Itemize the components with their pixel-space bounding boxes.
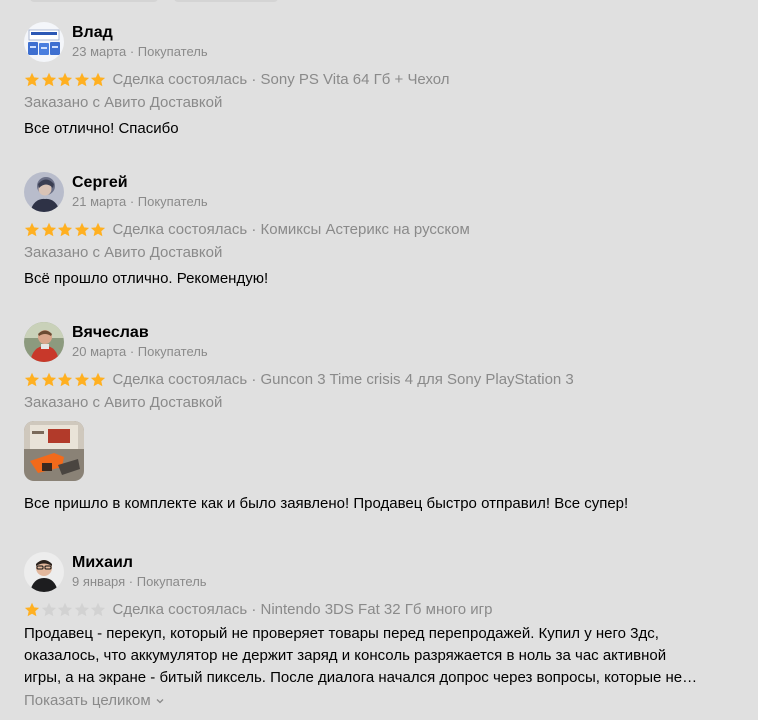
review-card: Михаил 9 января · Покупатель Сделка сост… — [24, 552, 734, 711]
star-filled-icon — [57, 72, 73, 87]
review-meta: 23 марта · Покупатель — [72, 44, 208, 59]
star-filled-icon — [90, 222, 106, 237]
delivery-note: Заказано с Авито Доставкой — [24, 394, 223, 411]
delivery-note: Заказано с Авито Доставкой — [24, 244, 223, 261]
avatar[interactable] — [24, 322, 64, 362]
star-filled-icon — [74, 372, 89, 387]
avatar[interactable] — [24, 552, 64, 592]
rating-stars — [24, 372, 107, 388]
rating-row: Сделка состоялась · Комиксы Астерикс на … — [24, 220, 734, 240]
star-filled-icon — [74, 72, 89, 87]
review-card: Сергей 21 марта · Покупатель Сделка сост… — [24, 172, 734, 290]
review-header: Михаил 9 января · Покупатель — [24, 552, 734, 592]
rating-stars — [24, 72, 107, 88]
deal-info: Сделка состоялась · Guncon 3 Time crisis… — [112, 371, 574, 388]
star-empty-icon — [57, 602, 73, 617]
star-filled-icon — [90, 72, 106, 87]
star-filled-icon — [57, 372, 73, 387]
rating-row: Сделка состоялась · Sony PS Vita 64 Гб +… — [24, 70, 734, 90]
rating-row: Сделка состоялась · Nintendo 3DS Fat 32 … — [24, 600, 734, 620]
deal-info: Сделка состоялась · Nintendo 3DS Fat 32 … — [112, 601, 493, 618]
reviewer-name[interactable]: Михаил — [72, 552, 133, 574]
reviewer-name[interactable]: Сергей — [72, 172, 128, 194]
review-meta: 20 марта · Покупатель — [72, 344, 208, 359]
review-text: Всё прошло отлично. Рекомендую! — [24, 270, 269, 287]
rating-row: Сделка состоялась · Guncon 3 Time crisis… — [24, 370, 734, 390]
avatar[interactable] — [24, 172, 64, 212]
review-text: Все пришло в комплекте как и было заявле… — [24, 495, 629, 512]
review-text: Все отлично! Спасибо — [24, 120, 179, 137]
star-filled-icon — [24, 372, 40, 387]
review-header: Вячеслав 20 марта · Покупатель — [24, 322, 734, 362]
review-meta: 21 марта · Покупатель — [72, 194, 208, 209]
person-avatar-icon — [24, 322, 64, 362]
delivery-note: Заказано с Авито Доставкой — [24, 94, 223, 111]
deal-info: Сделка состоялась · Комиксы Астерикс на … — [112, 221, 470, 238]
product-box-avatar-icon — [24, 22, 64, 62]
star-empty-icon — [41, 602, 56, 617]
star-filled-icon — [41, 222, 56, 237]
review-text: Продавец - перекуп, который не проверяет… — [24, 623, 734, 689]
review-photo[interactable] — [24, 421, 84, 481]
review-card: Влад 23 марта · Покупатель Сделка состоя… — [24, 22, 734, 140]
show-more-label: Показать целиком — [24, 692, 151, 709]
previous-item-edge — [174, 0, 278, 2]
review-header: Сергей 21 марта · Покупатель — [24, 172, 734, 212]
rating-stars — [24, 602, 107, 618]
star-empty-icon — [90, 602, 106, 617]
avatar[interactable] — [24, 22, 64, 62]
star-filled-icon — [57, 222, 73, 237]
review-photo-icon — [24, 421, 84, 481]
star-empty-icon — [74, 602, 89, 617]
star-filled-icon — [24, 72, 40, 87]
star-filled-icon — [74, 222, 89, 237]
star-filled-icon — [41, 372, 56, 387]
previous-item-edge — [30, 0, 158, 2]
star-filled-icon — [90, 372, 106, 387]
review-meta: 9 января · Покупатель — [72, 574, 207, 589]
star-filled-icon — [24, 602, 40, 617]
deal-info: Сделка состоялась · Sony PS Vita 64 Гб +… — [112, 71, 450, 88]
person-avatar-icon — [24, 172, 64, 212]
review-text-line: оказалось, что аккумулятор не держит зар… — [24, 647, 667, 664]
review-header: Влад 23 марта · Покупатель — [24, 22, 734, 62]
reviewer-name[interactable]: Вячеслав — [72, 322, 149, 344]
star-filled-icon — [24, 222, 40, 237]
review-text-line: Продавец - перекуп, который не проверяет… — [24, 625, 659, 642]
chevron-down-icon — [156, 699, 164, 704]
person-avatar-icon — [24, 552, 64, 592]
review-text-line: игры, а на экране - битый пиксель. После… — [24, 669, 698, 686]
show-more-link[interactable]: Показать целиком — [24, 691, 165, 711]
star-filled-icon — [41, 72, 56, 87]
reviewer-name[interactable]: Влад — [72, 22, 113, 44]
rating-stars — [24, 222, 107, 238]
review-card: Вячеслав 20 марта · Покупатель Сделка со… — [24, 322, 734, 515]
